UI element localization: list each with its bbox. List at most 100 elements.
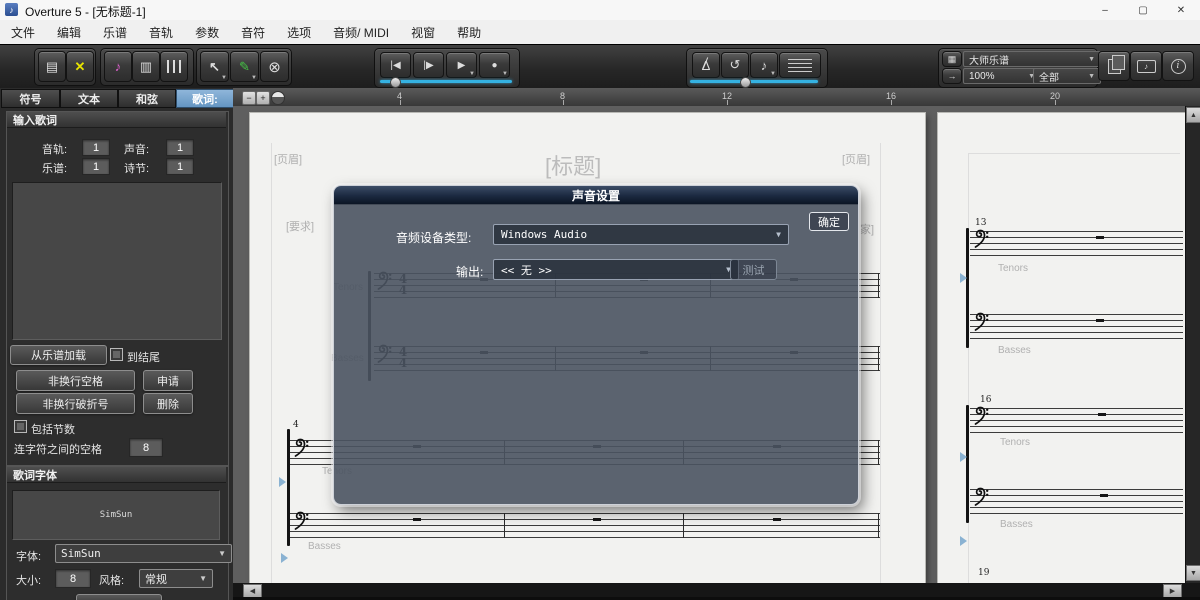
staff-tenors[interactable] [970,408,1183,433]
style-dropdown[interactable]: 常规▼ [139,569,213,588]
ok-button[interactable]: 确定 [809,212,849,231]
tempo-slider[interactable] [690,80,818,83]
composer-placeholder[interactable]: 家] [860,221,874,237]
system-handle[interactable] [960,536,967,546]
zoom-dropdown[interactable]: 100%▼ [963,68,1041,84]
load-from-score-button[interactable]: 从乐谱加载 [10,345,107,365]
copy-button[interactable] [1098,51,1130,81]
instruction-placeholder[interactable]: [要求] [286,218,314,234]
system-handle[interactable] [279,477,286,487]
tempo-slider-thumb[interactable] [740,77,751,88]
staff-basses[interactable] [290,513,880,538]
system-handle[interactable] [960,452,967,462]
staff-basses[interactable] [970,314,1183,339]
score-list-button[interactable]: ▦ [942,51,962,67]
maximize-button[interactable]: ▢ [1124,0,1162,20]
track-list-button[interactable]: ▥ [132,51,160,82]
output-dropdown[interactable]: << 无 >>▼ [493,259,739,280]
scroll-left-button[interactable]: ◀ [243,584,262,598]
tab-symbols[interactable]: 符号 [1,89,60,108]
apply-button[interactable]: 申请 [143,370,193,391]
caret-down-icon: ▼ [1088,73,1095,80]
zoom-in-button[interactable]: + [256,91,270,105]
pencil-tool-button[interactable]: ✎▼ [230,51,259,82]
menu-window[interactable]: 视窗 [400,20,446,44]
menu-edit[interactable]: 编辑 [46,20,92,44]
tab-lyrics[interactable]: 歌词: [176,89,234,108]
menu-track[interactable]: 音轨 [138,20,184,44]
tools-button[interactable]: ✕ [66,51,94,82]
title-placeholder[interactable]: [标题] [545,149,601,181]
verse-input[interactable]: 1 [166,158,194,175]
nbdash-button[interactable]: 非换行破折号 [16,393,135,414]
transport-slider-thumb[interactable] [390,77,401,88]
header-placeholder-right[interactable]: [页眉] [842,151,870,167]
menu-help[interactable]: 帮助 [446,20,492,44]
menu-file[interactable]: 文件 [0,20,46,44]
page-mode-knob[interactable] [271,91,285,105]
print-button[interactable]: ▤ [38,51,66,82]
score-input[interactable]: 1 [82,158,110,175]
to-end-checkbox[interactable] [110,348,123,361]
size-input[interactable]: 8 [55,569,91,588]
score-dropdown[interactable]: 大师乐谱▼ [963,51,1101,67]
scroll-up-button[interactable]: ▲ [1186,107,1200,123]
partial-bottom-button[interactable] [76,594,162,600]
tab-text[interactable]: 文本 [60,89,118,108]
media-library-button[interactable]: ♪ [1130,51,1162,81]
hyphen-space-input[interactable]: 8 [129,438,163,457]
system-handle[interactable] [960,273,967,283]
score-page-2[interactable]: 13 Tenors Basses 16 Tenors Basses 19 [938,113,1185,583]
staff-basses[interactable] [970,489,1183,514]
goto-button[interactable]: → [942,68,962,84]
nbsp-button[interactable]: 非换行空格 [16,370,135,391]
voice-input[interactable]: 1 [166,139,194,156]
step-forward-button[interactable]: |▶ [413,52,444,78]
note-palette-button[interactable]: ♪ [104,51,132,82]
range-dropdown[interactable]: 全部▼ [1033,68,1101,84]
caret-down-icon: ▼ [199,574,207,583]
font-dropdown[interactable]: SimSun▼ [55,544,232,563]
zoom-out-button[interactable]: − [242,91,256,105]
dialog-title-bar[interactable]: 声音设置 [334,186,858,205]
eraser-tool-button[interactable]: ⊗ [260,51,289,82]
menu-audio-midi[interactable]: 音频/ MIDI [322,20,400,44]
menu-options[interactable]: 选项 [276,20,322,44]
mixer-button[interactable] [160,51,188,82]
minus-icon: − [246,93,251,103]
barline [504,513,505,538]
record-button[interactable]: ●▼ [479,52,510,78]
score-label: 乐谱: [42,160,67,176]
minimize-button[interactable]: – [1086,0,1124,20]
menu-score[interactable]: 乐谱 [92,20,138,44]
tab-label: 符号 [20,91,42,107]
metronome-button[interactable]: Δ [692,52,720,78]
scroll-down-button[interactable]: ▼ [1186,565,1200,581]
printer-icon: ▤ [46,59,58,75]
tab-chords[interactable]: 和弦 [118,89,176,108]
device-type-dropdown[interactable]: Windows Audio▼ [493,224,789,245]
include-verse-checkbox[interactable] [14,420,27,433]
info-button[interactable]: i [1162,51,1194,81]
close-button[interactable]: ✕ [1162,0,1200,20]
menu-params[interactable]: 参数 [184,20,230,44]
loop-button[interactable]: ↺ [721,52,749,78]
delete-button[interactable]: 删除 [143,393,193,414]
menu-notes[interactable]: 音符 [230,20,276,44]
select-tool-button[interactable]: ↖▼ [200,51,229,82]
horizontal-scrollbar[interactable] [233,583,1200,597]
step-back-button[interactable]: |◀ [380,52,411,78]
step-back-icon: |◀ [390,60,400,71]
staff-settings-button[interactable] [779,52,821,78]
test-button[interactable]: 测试 [730,259,777,280]
system-handle[interactable] [281,553,288,563]
play-button[interactable]: ▶▼ [446,52,477,78]
staff-tenors[interactable] [970,231,1183,256]
track-input[interactable]: 1 [82,139,110,156]
header-placeholder-left[interactable]: [页眉] [274,151,302,167]
ruler-tick [1055,100,1056,105]
note-duration-button[interactable]: ♪▼ [750,52,778,78]
scroll-right-button[interactable]: ▶ [1163,584,1182,598]
lyrics-textarea[interactable] [12,182,222,340]
vertical-scrollbar[interactable] [1185,106,1200,583]
